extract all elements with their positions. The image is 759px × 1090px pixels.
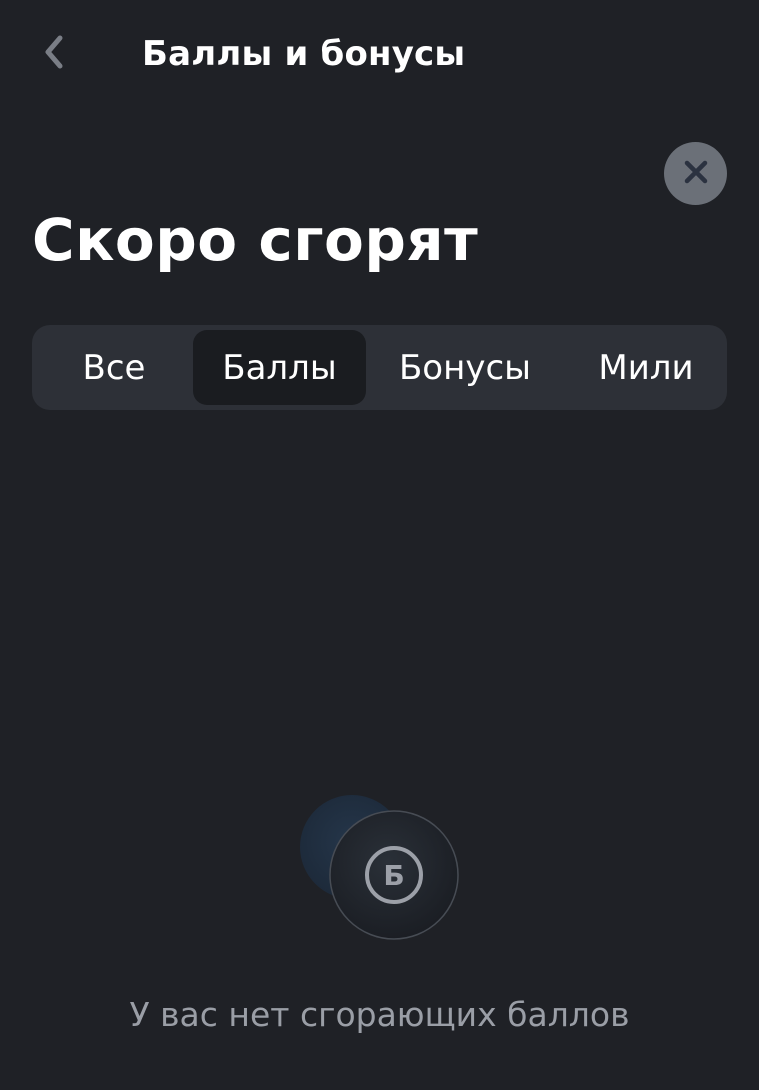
tab-all[interactable]: Все bbox=[38, 330, 190, 405]
page-title: Баллы и бонусы bbox=[142, 34, 466, 74]
empty-state-message: У вас нет сгорающих баллов bbox=[129, 995, 630, 1034]
svg-text:Б: Б bbox=[383, 859, 404, 892]
tab-points[interactable]: Баллы bbox=[193, 330, 366, 405]
points-coin-icon: Б bbox=[290, 785, 470, 950]
tab-miles[interactable]: Мили bbox=[572, 330, 720, 405]
tab-label: Мили bbox=[598, 347, 694, 388]
tab-label: Все bbox=[82, 347, 146, 388]
tab-label: Бонусы bbox=[398, 347, 531, 388]
tab-bonuses[interactable]: Бонусы bbox=[382, 330, 548, 405]
close-icon bbox=[683, 159, 709, 189]
close-button[interactable] bbox=[664, 142, 727, 205]
sheet-heading: Скоро сгорят bbox=[32, 206, 479, 274]
tab-label: Баллы bbox=[222, 347, 337, 388]
chevron-left-icon bbox=[40, 32, 68, 76]
filter-tabs: Все Баллы Бонусы Мили bbox=[32, 325, 727, 410]
back-button[interactable] bbox=[30, 28, 78, 80]
